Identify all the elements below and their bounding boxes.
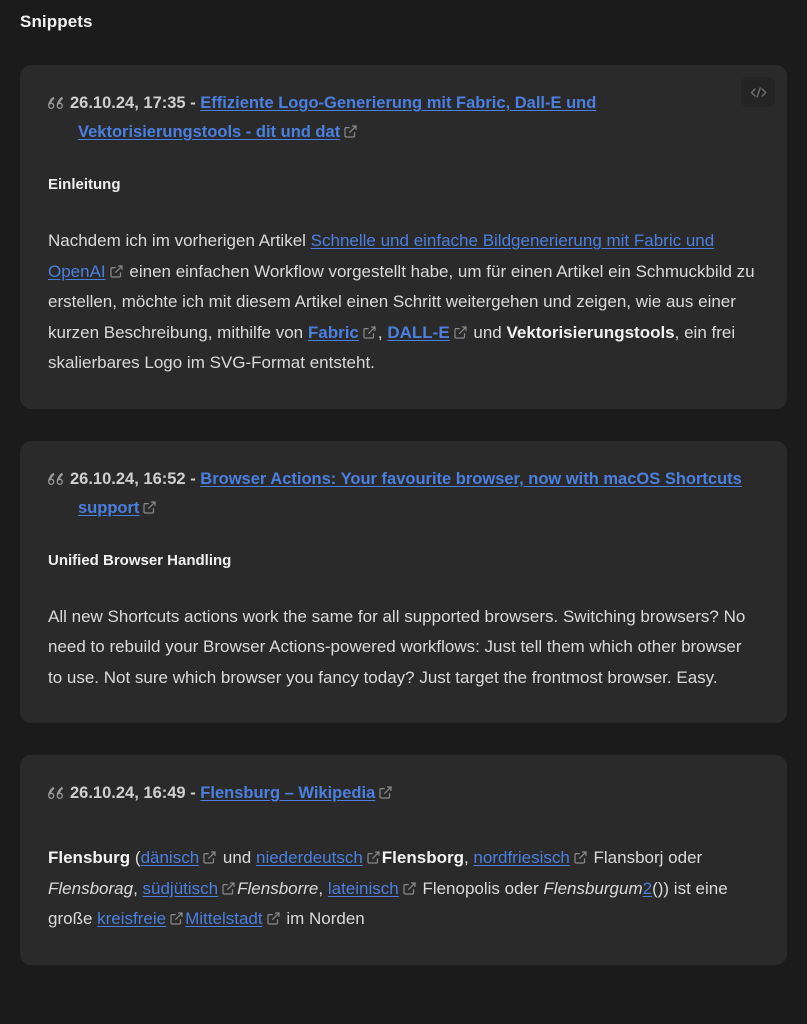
body-link-suedjuetisch[interactable]: südjütisch: [143, 879, 219, 898]
snippet-date: 26.10.24, 16:52: [70, 469, 186, 488]
code-icon[interactable]: [741, 77, 775, 107]
body-text: (: [130, 848, 141, 867]
page-title: Snippets: [20, 12, 93, 31]
external-link-icon: [143, 500, 157, 514]
body-link-dalle[interactable]: DALL-E: [387, 323, 449, 342]
external-link-icon: [379, 786, 392, 799]
body-italic-flensburgum: Flensburgum: [543, 878, 643, 898]
snippet-header: 26.10.24, 17:35 - Effiziente Logo-Generi…: [48, 89, 759, 147]
body-text: Flansborj oder: [588, 848, 703, 867]
quote-icon: [48, 779, 70, 808]
snippet-list: 26.10.24, 17:35 - Effiziente Logo-Generi…: [0, 32, 807, 965]
external-link-icon: [266, 912, 280, 925]
external-link-icon: [363, 325, 376, 339]
body-text: ,: [377, 322, 388, 342]
snippet-separator: -: [190, 94, 196, 112]
body-bold-flensburg: Flensburg: [48, 848, 131, 867]
snippet-header: 26.10.24, 16:52 - Browser Actions: Your …: [48, 465, 759, 523]
external-link-icon: [170, 912, 183, 925]
snippet-card[interactable]: 26.10.24, 16:52 - Browser Actions: Your …: [20, 440, 787, 723]
body-link-daenisch[interactable]: dänisch: [141, 848, 200, 867]
body-text: ,: [133, 878, 143, 898]
snippet-section-heading: Unified Browser Handling: [48, 551, 232, 569]
body-link-fabric[interactable]: Fabric: [308, 323, 359, 342]
body-bold-vektorisierungstools: Vektorisierungstools: [506, 322, 675, 342]
snippet-date: 26.10.24, 17:35: [70, 94, 186, 112]
body-italic-flensborre: Flensborre: [237, 878, 319, 898]
external-link-icon: [454, 325, 467, 339]
quote-icon: [48, 89, 70, 118]
body-text: und: [218, 848, 256, 867]
snippet-section-heading: Einleitung: [48, 176, 121, 193]
body-link-lateinisch[interactable]: lateinisch: [328, 879, 399, 898]
snippet-body: Flensburg (dänisch und niederdeutsch Flen…: [48, 843, 759, 935]
quote-icon: [48, 465, 70, 494]
body-text: Flenopolis oder: [417, 878, 544, 898]
body-link-kreisfreie[interactable]: kreisfreie: [97, 909, 166, 928]
external-link-icon: [344, 125, 357, 138]
body-link-niederdeutsch[interactable]: niederdeutsch: [256, 848, 363, 867]
external-link-icon: [403, 881, 416, 895]
external-link-icon: [222, 881, 235, 895]
snippet-card[interactable]: 26.10.24, 17:35 - Effiziente Logo-Generi…: [20, 65, 787, 409]
snippet-separator: -: [190, 469, 196, 488]
snippet-card[interactable]: 26.10.24, 16:49 - Flensburg – Wikipedia …: [20, 755, 787, 965]
body-text: ,: [463, 848, 474, 867]
snippet-body: Nachdem ich im vorherigen Artikel Schnel…: [48, 226, 759, 379]
external-link-icon: [203, 851, 216, 864]
external-link-icon: [110, 264, 123, 278]
snippet-date: 26.10.24, 16:49: [70, 784, 186, 802]
body-bold-flensborg: Flensborg: [381, 848, 464, 867]
body-text: ,: [318, 878, 328, 898]
snippet-header: 26.10.24, 16:49 - Flensburg – Wikipedia: [48, 779, 759, 808]
body-italic-flensborag: Flensborag: [48, 878, 134, 898]
external-link-icon: [574, 851, 587, 864]
body-reference-link[interactable]: 2: [643, 879, 652, 898]
body-text: Nachdem ich im vorherigen Artikel: [48, 231, 311, 250]
body-link-mittelstadt[interactable]: Mittelstadt: [185, 909, 262, 928]
snippet-body: All new Shortcuts actions work the same …: [48, 606, 746, 687]
snippet-source-link[interactable]: Flensburg – Wikipedia: [200, 784, 375, 802]
body-text: im Norden: [281, 909, 365, 928]
snippet-separator: -: [190, 784, 196, 802]
body-link-nordfriesisch[interactable]: nordfriesisch: [473, 848, 569, 867]
body-text: und: [468, 322, 507, 342]
external-link-icon: [367, 851, 380, 864]
